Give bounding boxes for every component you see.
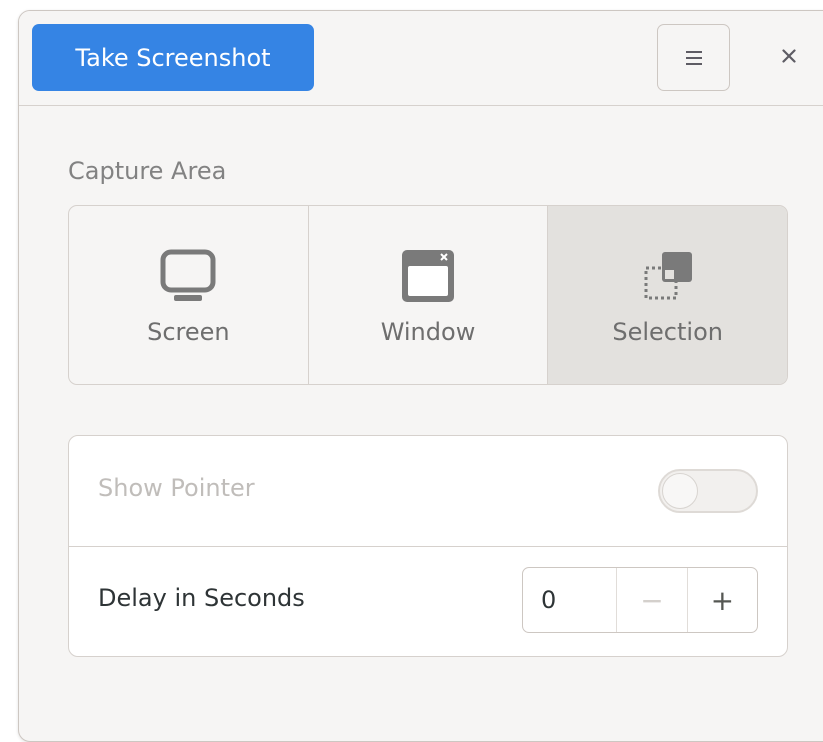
close-icon bbox=[782, 48, 796, 67]
capture-area-label: Capture Area bbox=[68, 157, 227, 185]
delay-increment-button[interactable]: + bbox=[686, 568, 757, 632]
capture-selection-label: Selection bbox=[612, 318, 723, 346]
show-pointer-switch[interactable] bbox=[658, 469, 758, 513]
switch-knob bbox=[662, 473, 698, 509]
window-icon bbox=[398, 246, 458, 306]
capture-window-button[interactable]: Window bbox=[307, 206, 548, 384]
header-bar: Take Screenshot bbox=[19, 11, 823, 106]
screenshot-dialog: Take Screenshot Capture Area Screen Wind… bbox=[18, 10, 823, 742]
monitor-icon bbox=[158, 246, 218, 306]
delay-decrement-button[interactable]: − bbox=[616, 568, 686, 632]
capture-screen-label: Screen bbox=[147, 318, 230, 346]
close-button[interactable] bbox=[771, 39, 807, 75]
delay-label: Delay in Seconds bbox=[98, 584, 305, 612]
delay-row: Delay in Seconds 0 − + bbox=[69, 546, 787, 656]
take-screenshot-button[interactable]: Take Screenshot bbox=[32, 24, 314, 91]
capture-window-label: Window bbox=[380, 318, 476, 346]
capture-area-selector: Screen Window Selection bbox=[68, 205, 788, 385]
capture-screen-button[interactable]: Screen bbox=[69, 206, 308, 384]
selection-icon bbox=[638, 246, 698, 306]
hamburger-menu-icon bbox=[685, 50, 702, 65]
menu-button[interactable] bbox=[657, 24, 730, 91]
show-pointer-label: Show Pointer bbox=[98, 474, 255, 502]
delay-spinbutton: 0 − + bbox=[522, 567, 758, 633]
delay-value-input[interactable]: 0 bbox=[523, 568, 616, 632]
show-pointer-row: Show Pointer bbox=[69, 436, 787, 547]
capture-selection-button[interactable]: Selection bbox=[547, 206, 787, 384]
options-list: Show Pointer Delay in Seconds 0 − + bbox=[68, 435, 788, 657]
